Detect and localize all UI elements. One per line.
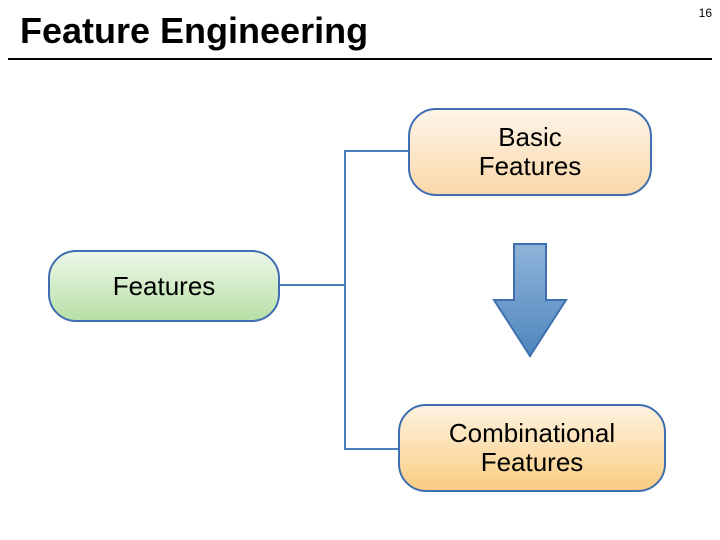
connector-trunk	[344, 150, 346, 448]
down-arrow-icon	[490, 240, 570, 360]
connector-to-basic	[344, 150, 408, 152]
title-underline	[8, 58, 712, 60]
node-features-label: Features	[113, 271, 216, 302]
node-combinational-label: Combinational Features	[449, 419, 615, 476]
connector-to-combinational	[344, 448, 398, 450]
page-number: 16	[699, 6, 712, 20]
connector-stem	[280, 284, 344, 286]
node-combinational-features: Combinational Features	[398, 404, 666, 492]
node-basic-label: Basic Features	[479, 123, 582, 180]
node-features: Features	[48, 250, 280, 322]
node-basic-features: Basic Features	[408, 108, 652, 196]
slide-title: Feature Engineering	[20, 10, 368, 52]
slide: 16 Feature Engineering Basic Features Fe…	[0, 0, 720, 540]
